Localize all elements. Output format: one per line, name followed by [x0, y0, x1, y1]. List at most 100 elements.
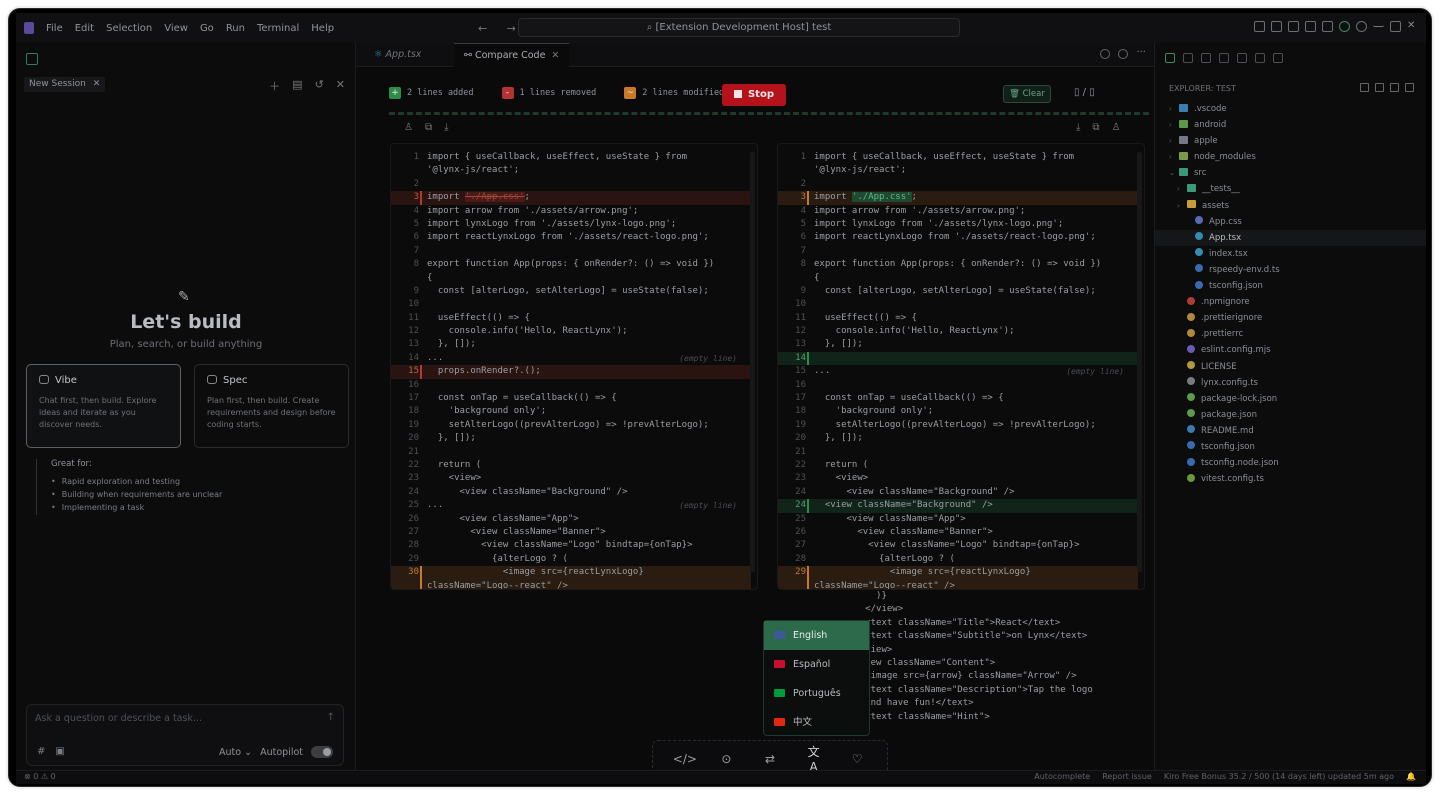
- menu-view[interactable]: View: [164, 23, 188, 34]
- close-icon[interactable]: ✕: [551, 50, 559, 61]
- tree-file[interactable]: vitest.config.ts: [1155, 471, 1426, 487]
- tree-file[interactable]: tsconfig.node.json: [1155, 455, 1426, 471]
- tab-compare-code[interactable]: ⚯ Compare Code ✕: [454, 43, 570, 67]
- autocomplete-status[interactable]: Autocomplete: [1034, 772, 1090, 781]
- menu-help[interactable]: Help: [311, 23, 334, 34]
- tree-folder[interactable]: › android: [1155, 117, 1426, 133]
- lang-portuguese[interactable]: Português: [764, 679, 869, 708]
- account-icon[interactable]: [1339, 21, 1350, 32]
- tree-file[interactable]: .npmignore: [1155, 294, 1426, 310]
- bonus-status[interactable]: Kiro Free Bonus 35.2 / 500 (14 days left…: [1164, 772, 1394, 781]
- copy-icon[interactable]: ⧉: [425, 122, 432, 133]
- collapse-icon[interactable]: [1405, 83, 1414, 92]
- tree-file[interactable]: tsconfig.json: [1155, 439, 1426, 455]
- stop-button[interactable]: Stop: [722, 84, 786, 106]
- restore-icon[interactable]: [1390, 21, 1401, 32]
- tree-file[interactable]: lynx.config.ts: [1155, 375, 1426, 391]
- chat-input-placeholder[interactable]: Ask a question or describe a task...: [35, 713, 202, 724]
- mode-card-vibe[interactable]: Vibe Chat first, then build. Explore ide…: [26, 364, 181, 448]
- panel-right-icon[interactable]: [1322, 21, 1333, 32]
- ghost-icon[interactable]: [1255, 53, 1265, 63]
- menu-file[interactable]: File: [46, 23, 63, 34]
- tree-file[interactable]: rspeedy-env.d.ts: [1155, 262, 1426, 278]
- format-icon[interactable]: ♙: [1112, 122, 1121, 133]
- tree-file[interactable]: tsconfig.json: [1155, 278, 1426, 294]
- menu-selection[interactable]: Selection: [106, 23, 152, 34]
- swap-icon[interactable]: ⇄: [760, 752, 780, 766]
- spec-icon[interactable]: [1273, 53, 1283, 63]
- chat-icon[interactable]: [1271, 21, 1282, 32]
- autopilot-toggle[interactable]: [311, 746, 333, 758]
- source-control-icon[interactable]: [1201, 53, 1211, 63]
- bell-icon[interactable]: 🔔: [1406, 772, 1416, 781]
- download-icon[interactable]: ⤓: [1076, 122, 1080, 133]
- clear-button[interactable]: 🗑 Clear: [1003, 85, 1051, 103]
- menu-run[interactable]: Run: [226, 23, 245, 34]
- tree-file[interactable]: .prettierignore: [1155, 310, 1426, 326]
- tree-folder[interactable]: › assets: [1155, 198, 1426, 214]
- tree-folder[interactable]: › node_modules: [1155, 149, 1426, 165]
- database-icon[interactable]: [1118, 49, 1129, 59]
- tab-app-tsx[interactable]: ⚛ App.tsx: [364, 43, 431, 67]
- more-actions-icon[interactable]: ···: [1136, 48, 1146, 59]
- tree-folder[interactable]: › .vscode: [1155, 101, 1426, 117]
- problems-count[interactable]: ⊗ 0 ⚠ 0: [24, 772, 56, 781]
- tree-file[interactable]: index.tsx: [1155, 246, 1426, 262]
- download-icon[interactable]: ⤓: [444, 122, 448, 133]
- tree-file[interactable]: App.tsx: [1155, 229, 1426, 246]
- panel-bottom-icon[interactable]: [1305, 21, 1316, 32]
- session-tab[interactable]: New Session ✕: [24, 77, 106, 92]
- tree-file[interactable]: eslint.config.mjs: [1155, 342, 1426, 358]
- send-arrow-icon[interactable]: ↑: [327, 712, 335, 723]
- copy-icon[interactable]: ⧉: [1092, 122, 1099, 133]
- new-folder-icon[interactable]: [1375, 83, 1384, 92]
- tree-folder[interactable]: ⌄ src: [1155, 165, 1426, 181]
- tree-file[interactable]: .prettierrc: [1155, 326, 1426, 342]
- image-attach-icon[interactable]: ▣: [55, 746, 64, 757]
- lang-english[interactable]: English: [764, 621, 869, 650]
- model-select[interactable]: Auto ⌄: [219, 747, 252, 758]
- tree-file[interactable]: package.json: [1155, 407, 1426, 423]
- heart-icon[interactable]: ♡: [847, 752, 867, 766]
- tree-file[interactable]: App.css: [1155, 214, 1426, 230]
- context-hash-icon[interactable]: #: [37, 746, 45, 757]
- run-debug-icon[interactable]: [1219, 53, 1229, 63]
- layout-icon[interactable]: [1254, 21, 1265, 32]
- menu-terminal[interactable]: Terminal: [257, 23, 299, 34]
- refresh-icon[interactable]: [1390, 83, 1399, 92]
- panel-left-icon[interactable]: [1288, 21, 1299, 32]
- lang-chinese[interactable]: 中文: [764, 708, 869, 737]
- close-panel-icon[interactable]: ✕: [336, 78, 345, 94]
- menu-go[interactable]: Go: [200, 23, 214, 34]
- close-icon[interactable]: ✕: [93, 79, 101, 89]
- history-icon[interactable]: ↺: [315, 78, 324, 94]
- layout-toggle[interactable]: ▯ / ▯: [1074, 87, 1095, 98]
- scrollbar[interactable]: [1137, 152, 1142, 572]
- lang-spanish[interactable]: Español: [764, 650, 869, 679]
- tree-folder[interactable]: › apple: [1155, 133, 1426, 149]
- format-icon[interactable]: ♙: [404, 122, 413, 133]
- close-icon[interactable]: ✕: [1407, 21, 1418, 32]
- new-session-icon[interactable]: ＋: [269, 78, 280, 94]
- left-diff-pane[interactable]: 1 import { useCallback, useEffect, useSta…: [390, 143, 758, 590]
- extensions-icon[interactable]: [1237, 53, 1247, 63]
- report-issue-link[interactable]: Report issue: [1102, 772, 1152, 781]
- code-icon[interactable]: </>: [673, 752, 697, 766]
- settings-gear-icon[interactable]: [1356, 21, 1367, 32]
- kiro-icon[interactable]: [1165, 53, 1175, 63]
- chat-input-box[interactable]: Ask a question or describe a task... ↑ #…: [26, 704, 344, 766]
- tree-file[interactable]: package-lock.json: [1155, 391, 1426, 407]
- tree-file[interactable]: LICENSE: [1155, 359, 1426, 375]
- command-center[interactable]: ⌕ [Extension Development Host] test: [518, 18, 960, 37]
- mode-card-spec[interactable]: Spec Plan first, then build. Create requ…: [194, 364, 349, 448]
- new-file-icon[interactable]: [1360, 83, 1369, 92]
- tree-file[interactable]: README.md: [1155, 423, 1426, 439]
- toggle-icon[interactable]: ⊙: [716, 752, 736, 766]
- session-list-icon[interactable]: ▤: [292, 78, 302, 94]
- minimize-icon[interactable]: [1373, 21, 1384, 27]
- kiro-chat-icon[interactable]: [26, 53, 38, 65]
- right-diff-pane[interactable]: 1 import { useCallback, useEffect, useSta…: [777, 143, 1145, 590]
- search-icon[interactable]: [1183, 53, 1193, 63]
- menu-edit[interactable]: Edit: [75, 23, 94, 34]
- split-editor-icon[interactable]: [1100, 49, 1111, 59]
